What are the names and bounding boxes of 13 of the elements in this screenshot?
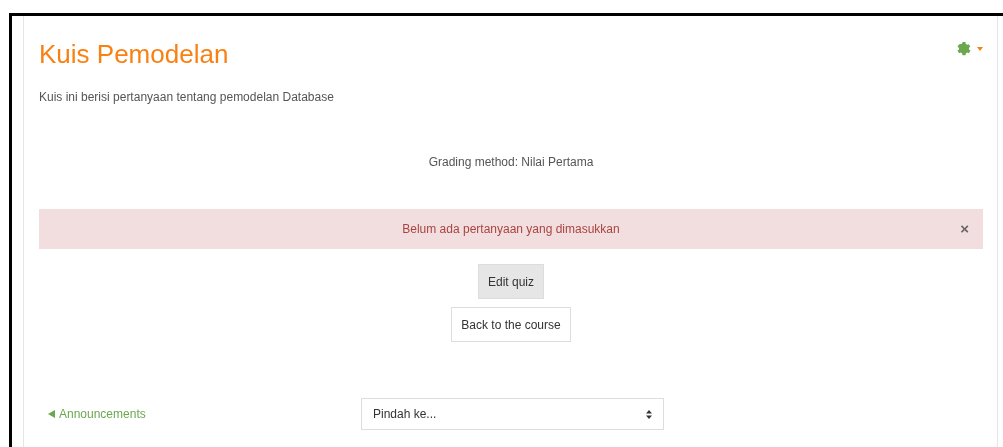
grading-method: Grading method: Nilai Pertama: [427, 154, 595, 171]
action-button[interactable]: Back to the course: [451, 307, 571, 342]
page-title: Kuis Pemodelan: [39, 38, 229, 70]
caret-icon: [977, 47, 983, 51]
jump-to-select[interactable]: Pindah ke...: [361, 398, 664, 430]
updown-arrows-icon: [646, 409, 652, 419]
action-button[interactable]: Edit quiz: [478, 264, 544, 299]
left-triangle-icon: [48, 410, 55, 418]
settings-menu-button[interactable]: [955, 40, 983, 58]
alert-message: Belum ada pertanyaan yang dimasukkan: [402, 221, 620, 238]
close-button[interactable]: ×: [960, 217, 969, 241]
settings-icon: [955, 40, 973, 58]
quiz-description: Kuis ini berisi pertanyaan tentang pemodelan Database: [39, 89, 335, 106]
